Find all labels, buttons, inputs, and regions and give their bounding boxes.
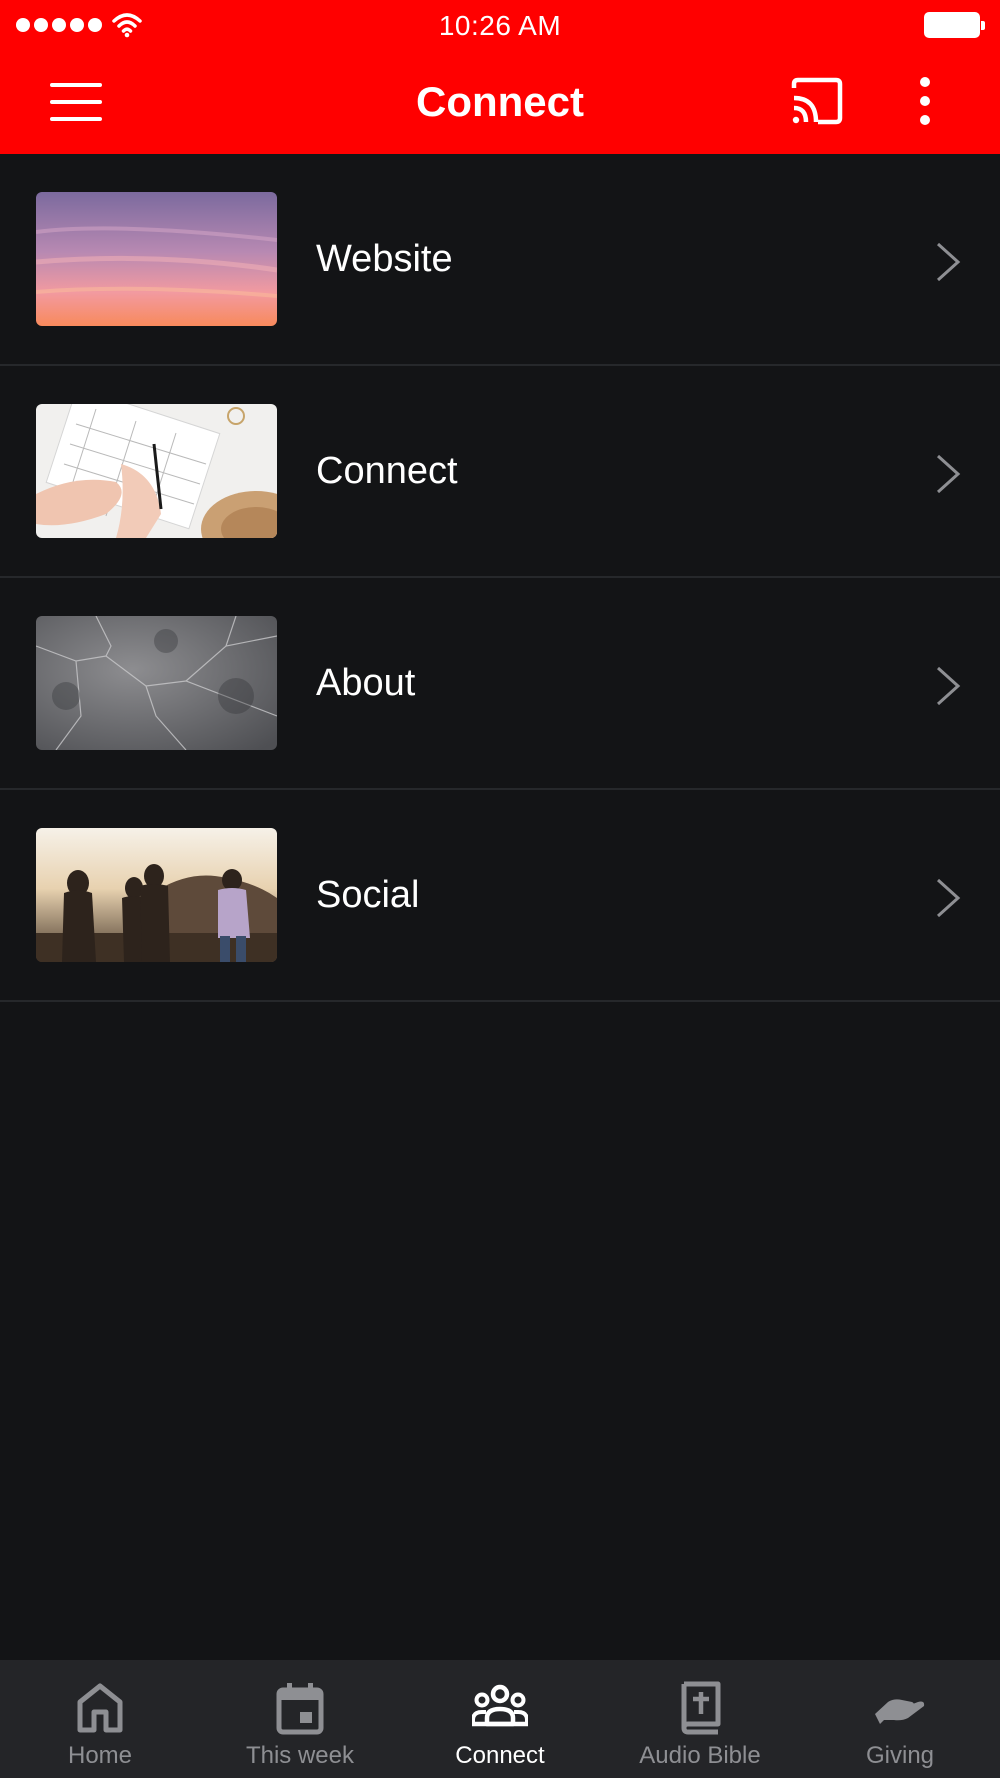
list-item-about[interactable]: About <box>0 578 1000 790</box>
tab-label: Connect <box>455 1742 545 1769</box>
app-header: Connect <box>0 50 1000 154</box>
hamburger-menu-icon[interactable] <box>40 76 112 128</box>
tab-home[interactable]: Home <box>0 1660 200 1778</box>
tab-giving[interactable]: Giving <box>800 1660 1000 1778</box>
calendar-icon <box>276 1683 324 1735</box>
tab-connect[interactable]: Connect <box>400 1660 600 1778</box>
connect-list: Website Connect About Social <box>0 154 1000 1002</box>
home-icon <box>77 1683 123 1733</box>
list-item-website[interactable]: Website <box>0 154 1000 366</box>
list-item-label: Connect <box>316 450 458 492</box>
status-bar: 10:26 AM <box>0 0 1000 50</box>
battery-icon <box>924 12 985 38</box>
chevron-right-icon <box>936 454 961 494</box>
friends-sunset-thumbnail <box>36 828 277 962</box>
chevron-right-icon <box>936 242 961 282</box>
planner-writing-thumbnail <box>36 404 277 538</box>
bottom-tab-bar: Home This week Connect Audio Bible Givin… <box>0 1660 1000 1778</box>
sunset-sky-thumbnail <box>36 192 277 326</box>
list-item-label: About <box>316 662 416 704</box>
list-item-social[interactable]: Social <box>0 790 1000 1002</box>
list-item-label: Social <box>316 874 420 916</box>
more-vertical-icon[interactable] <box>905 74 945 130</box>
tab-label: Home <box>67 1742 133 1769</box>
tab-audio-bible[interactable]: Audio Bible <box>600 1660 800 1778</box>
status-time: 10:26 AM <box>438 10 562 41</box>
chevron-right-icon <box>936 666 961 706</box>
giving-hand-icon <box>875 1699 925 1724</box>
marble-texture-thumbnail <box>36 616 277 750</box>
list-item-connect[interactable]: Connect <box>0 366 1000 578</box>
tab-label: Giving <box>865 1742 935 1769</box>
people-group-icon <box>472 1684 528 1727</box>
chevron-right-icon <box>936 878 961 918</box>
bible-icon <box>681 1681 721 1735</box>
tab-this-week[interactable]: This week <box>200 1660 400 1778</box>
cast-icon[interactable] <box>786 74 846 130</box>
page-title: Connect <box>416 78 584 125</box>
tab-label: This week <box>245 1742 355 1769</box>
list-item-label: Website <box>316 238 453 280</box>
tab-label: Audio Bible <box>639 1742 761 1769</box>
